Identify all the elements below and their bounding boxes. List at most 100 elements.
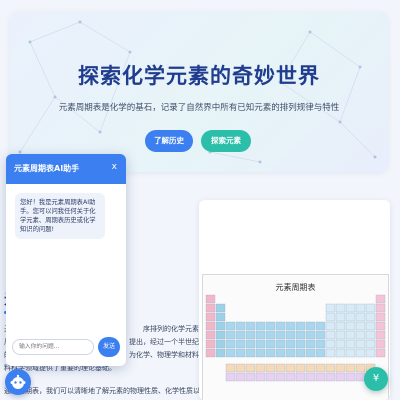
- scroll-top-button[interactable]: ¥: [364, 367, 388, 391]
- element-cell: [295, 348, 306, 358]
- element-cell: [285, 330, 296, 340]
- section-right-line-3: 为化学、物理学和材料: [129, 351, 199, 359]
- element-cell: [235, 339, 246, 349]
- periodic-table-image: 元素周期表: [202, 274, 389, 400]
- section-right-line-1: 序排列的化学元素: [143, 325, 199, 333]
- element-cell: [245, 363, 256, 373]
- element-cell: [355, 321, 366, 331]
- element-cell: [375, 321, 386, 331]
- element-cell: [205, 348, 216, 358]
- element-cell: [245, 321, 256, 331]
- element-cell: [225, 372, 236, 382]
- element-cell: [325, 312, 336, 322]
- element-cell: [265, 339, 276, 349]
- explore-elements-button[interactable]: 探索元素: [201, 130, 251, 152]
- element-cell: [295, 363, 306, 373]
- section-paragraph-2: 通过周期表，我们可以清晰地了解元素的物理性质、化学性质以及它: [4, 387, 199, 395]
- element-cell: [355, 348, 366, 358]
- element-cell: [315, 372, 326, 382]
- element-cell: [325, 363, 336, 373]
- element-cell: [255, 330, 266, 340]
- ai-chat-panel: 元素周期表AI助手 x 您好！我是元素周期表AI助手。您可以问我任何关于化学元素…: [6, 154, 126, 366]
- element-cell: [365, 339, 376, 349]
- element-cell: [275, 348, 286, 358]
- element-cell: [355, 363, 366, 373]
- element-cell: [215, 330, 226, 340]
- element-cell: [375, 348, 386, 358]
- element-cell: [365, 348, 376, 358]
- send-button[interactable]: 发送: [98, 337, 120, 357]
- chat-input[interactable]: [12, 339, 94, 355]
- element-cell: [295, 339, 306, 349]
- element-cell: [335, 339, 346, 349]
- element-cell: [205, 330, 216, 340]
- element-cell: [375, 294, 386, 304]
- element-cell: [345, 348, 356, 358]
- element-cell: [245, 330, 256, 340]
- element-cell: [345, 339, 356, 349]
- element-cell: [305, 321, 316, 331]
- element-cell: [355, 339, 366, 349]
- element-cell: [215, 339, 226, 349]
- element-cell: [305, 330, 316, 340]
- hero-title: 探索化学元素的奇妙世界: [78, 64, 320, 88]
- element-cell: [275, 330, 286, 340]
- element-cell: [205, 339, 216, 349]
- element-cell: [255, 339, 266, 349]
- element-cell: [295, 321, 306, 331]
- hero-banner: 探索化学元素的奇妙世界 元素周期表是化学的基石，记录了自然界中所有已知元素的排列…: [10, 12, 388, 172]
- element-cell: [215, 321, 226, 331]
- element-cell: [245, 372, 256, 382]
- element-cell: [305, 348, 316, 358]
- close-icon[interactable]: x: [112, 162, 117, 172]
- element-cell: [285, 372, 296, 382]
- element-cell: [355, 303, 366, 313]
- element-cell: [235, 321, 246, 331]
- element-cell: [325, 330, 336, 340]
- periodic-table-grid: [205, 294, 386, 382]
- element-cell: [265, 372, 276, 382]
- element-cell: [205, 321, 216, 331]
- chat-toggle-button[interactable]: [5, 369, 31, 395]
- element-cell: [345, 363, 356, 373]
- element-cell: [325, 372, 336, 382]
- hero-subtitle: 元素周期表是化学的基石，记录了自然界中所有已知元素的排列规律与特性: [58, 103, 340, 113]
- element-cell: [255, 372, 266, 382]
- element-cell: [335, 321, 346, 331]
- element-cell: [235, 363, 246, 373]
- element-cell: [305, 372, 316, 382]
- element-cell: [315, 330, 326, 340]
- element-cell: [215, 348, 226, 358]
- element-cell: [325, 339, 336, 349]
- element-cell: [315, 339, 326, 349]
- element-cell: [245, 348, 256, 358]
- chat-title: 元素周期表AI助手: [14, 164, 80, 173]
- element-cell: [225, 321, 236, 331]
- element-cell: [215, 312, 226, 322]
- element-cell: [225, 363, 236, 373]
- element-cell: [275, 321, 286, 331]
- element-cell: [315, 348, 326, 358]
- element-cell: [295, 330, 306, 340]
- chat-header: 元素周期表AI助手 x: [6, 154, 126, 184]
- element-cell: [265, 321, 276, 331]
- element-cell: [305, 339, 316, 349]
- element-cell: [365, 312, 376, 322]
- element-cell: [345, 312, 356, 322]
- element-cell: [205, 303, 216, 313]
- element-cell: [315, 321, 326, 331]
- element-cell: [225, 348, 236, 358]
- element-cell: [255, 363, 266, 373]
- element-cell: [225, 339, 236, 349]
- periodic-table-card: 元素周期表: [199, 200, 390, 400]
- element-cell: [285, 321, 296, 331]
- element-cell: [345, 303, 356, 313]
- element-cell: [205, 294, 216, 304]
- element-cell: [335, 372, 346, 382]
- learn-history-button[interactable]: 了解历史: [145, 130, 193, 152]
- element-cell: [325, 348, 336, 358]
- element-cell: [335, 303, 346, 313]
- element-cell: [355, 312, 366, 322]
- element-cell: [335, 330, 346, 340]
- element-cell: [265, 330, 276, 340]
